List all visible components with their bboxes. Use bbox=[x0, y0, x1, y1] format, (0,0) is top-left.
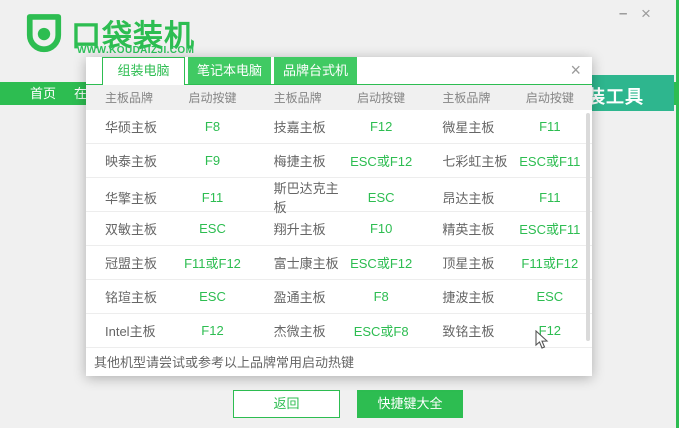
brand-cell: Intel主板 bbox=[105, 324, 156, 339]
table-header-row: 主板品牌 启动按键 主板品牌 启动按键 主板品牌 启动按键 bbox=[86, 85, 592, 110]
table-row: 冠盟主板 F11或F12 富士康主板 ESC或F12 顶星主板 F11或F12 bbox=[86, 246, 592, 280]
brand-cell: 双敏主板 bbox=[105, 222, 158, 237]
table-footnote: 其他机型请尝试或参考以上品牌常用启动热键 bbox=[86, 348, 592, 376]
brand-cell: 梅捷主板 bbox=[273, 154, 326, 169]
dialog-tabs: 组装电脑 笔记本电脑 品牌台式机 × bbox=[86, 57, 592, 85]
brand-cell: 杰微主板 bbox=[273, 324, 326, 339]
boot-key-cell: ESC或F12 bbox=[350, 256, 413, 271]
brand-cell: 斯巴达克主板 bbox=[273, 181, 339, 215]
close-window-button[interactable]: × bbox=[641, 5, 651, 22]
table-row: 华擎主板 F11 斯巴达克主板 ESC 昂达主板 F11 bbox=[86, 178, 592, 215]
brand-cell: 技嘉主板 bbox=[273, 120, 326, 135]
boot-key-cell: F8 bbox=[204, 119, 221, 134]
tab-brand-desktop[interactable]: 品牌台式机 bbox=[274, 57, 357, 84]
back-button[interactable]: 返回 bbox=[233, 390, 340, 418]
boot-key-cell: ESC或F8 bbox=[353, 324, 409, 339]
brand-cell: 精英主板 bbox=[442, 222, 495, 237]
boot-key-cell: F8 bbox=[373, 289, 389, 304]
table-row: 映泰主板 F9 梅捷主板 ESC或F12 七彩虹主板 ESC或F11 bbox=[86, 144, 592, 178]
brand-cell: 华硕主板 bbox=[105, 120, 158, 135]
mouse-cursor bbox=[535, 330, 549, 349]
header-brand: 主板品牌 bbox=[105, 91, 154, 105]
table-row: 双敏主板 ESC 翔升主板 F10 精英主板 ESC或F11 bbox=[86, 212, 592, 246]
nav-item-install-tool[interactable]: 装工具 bbox=[592, 75, 674, 111]
brand-cell: 华擎主板 bbox=[105, 190, 158, 206]
brand-cell: 微星主板 bbox=[442, 120, 495, 135]
boot-key-cell: F12 bbox=[369, 119, 393, 134]
brand-cell: 捷波主板 bbox=[442, 290, 495, 305]
boot-key-cell: F12 bbox=[201, 323, 224, 338]
boot-key-cell: F9 bbox=[204, 153, 221, 168]
boot-key-cell: ESC或F11 bbox=[519, 222, 581, 237]
hotkeys-list-button[interactable]: 快捷键大全 bbox=[357, 390, 463, 418]
boot-key-cell: ESC bbox=[199, 221, 226, 236]
header-brand: 主板品牌 bbox=[273, 91, 322, 105]
close-dialog-icon[interactable]: × bbox=[570, 61, 581, 79]
boot-key-cell: ESC bbox=[536, 289, 564, 304]
boot-key-cell: F11或F12 bbox=[184, 256, 241, 271]
nav-item-install-tool-label: 装工具 bbox=[592, 87, 644, 107]
app-subtitle: WWW.KOUDAIZJI.COM bbox=[77, 45, 195, 56]
boot-key-cell: F11 bbox=[539, 189, 561, 205]
boot-key-cell: F10 bbox=[369, 221, 393, 236]
header-boot-key: 启动按键 bbox=[188, 91, 237, 105]
brand-cell: 七彩虹主板 bbox=[442, 154, 508, 169]
boot-key-cell: F11 bbox=[201, 189, 224, 205]
tab-assembled-pc[interactable]: 组装电脑 bbox=[102, 57, 185, 85]
shield-logo-icon bbox=[26, 14, 62, 53]
brand-cell: 富士康主板 bbox=[273, 256, 339, 271]
table-row: 铭瑄主板 ESC 盈通主板 F8 捷波主板 ESC bbox=[86, 280, 592, 314]
brand-cell: 冠盟主板 bbox=[105, 256, 158, 271]
brand-cell: 翔升主板 bbox=[273, 222, 326, 237]
table-row: Intel主板 F12 杰微主板 ESC或F8 致铭主板 F12 bbox=[86, 314, 592, 348]
brand-cell: 昂达主板 bbox=[442, 190, 495, 206]
brand-cell: 致铭主板 bbox=[442, 324, 495, 339]
boot-key-cell: ESC或F11 bbox=[519, 154, 581, 169]
boot-key-table-body: 华硕主板 F8 技嘉主板 F12 微星主板 F11 映泰主板 F9 梅捷主板 ESC或F12 七彩虹… bbox=[86, 110, 592, 348]
header-brand: 主板品牌 bbox=[442, 91, 491, 105]
header-boot-key: 启动按键 bbox=[525, 91, 574, 105]
brand-cell: 顶星主板 bbox=[442, 256, 495, 271]
boot-key-cell: ESC bbox=[367, 189, 395, 205]
tab-laptop[interactable]: 笔记本电脑 bbox=[188, 57, 271, 84]
boot-key-cell: ESC bbox=[199, 289, 226, 304]
scrollbar-thumb[interactable] bbox=[586, 113, 590, 341]
brand-cell: 盈通主板 bbox=[273, 290, 326, 305]
brand-cell: 映泰主板 bbox=[105, 154, 158, 169]
brand-cell: 铭瑄主板 bbox=[105, 290, 158, 305]
header-boot-key: 启动按键 bbox=[357, 91, 406, 105]
boot-key-cell: F11 bbox=[539, 119, 561, 134]
nav-item-home[interactable]: 首页 bbox=[30, 82, 56, 105]
table-row: 华硕主板 F8 技嘉主板 F12 微星主板 F11 bbox=[86, 110, 592, 144]
boot-key-cell: F11或F12 bbox=[521, 256, 579, 271]
boot-key-dialog: 组装电脑 笔记本电脑 品牌台式机 × 主板品牌 启动按键 主板品牌 启动按键 主板品牌 启… bbox=[86, 57, 592, 376]
boot-key-cell: ESC或F12 bbox=[350, 154, 413, 169]
minimize-button[interactable]: – bbox=[619, 6, 627, 21]
